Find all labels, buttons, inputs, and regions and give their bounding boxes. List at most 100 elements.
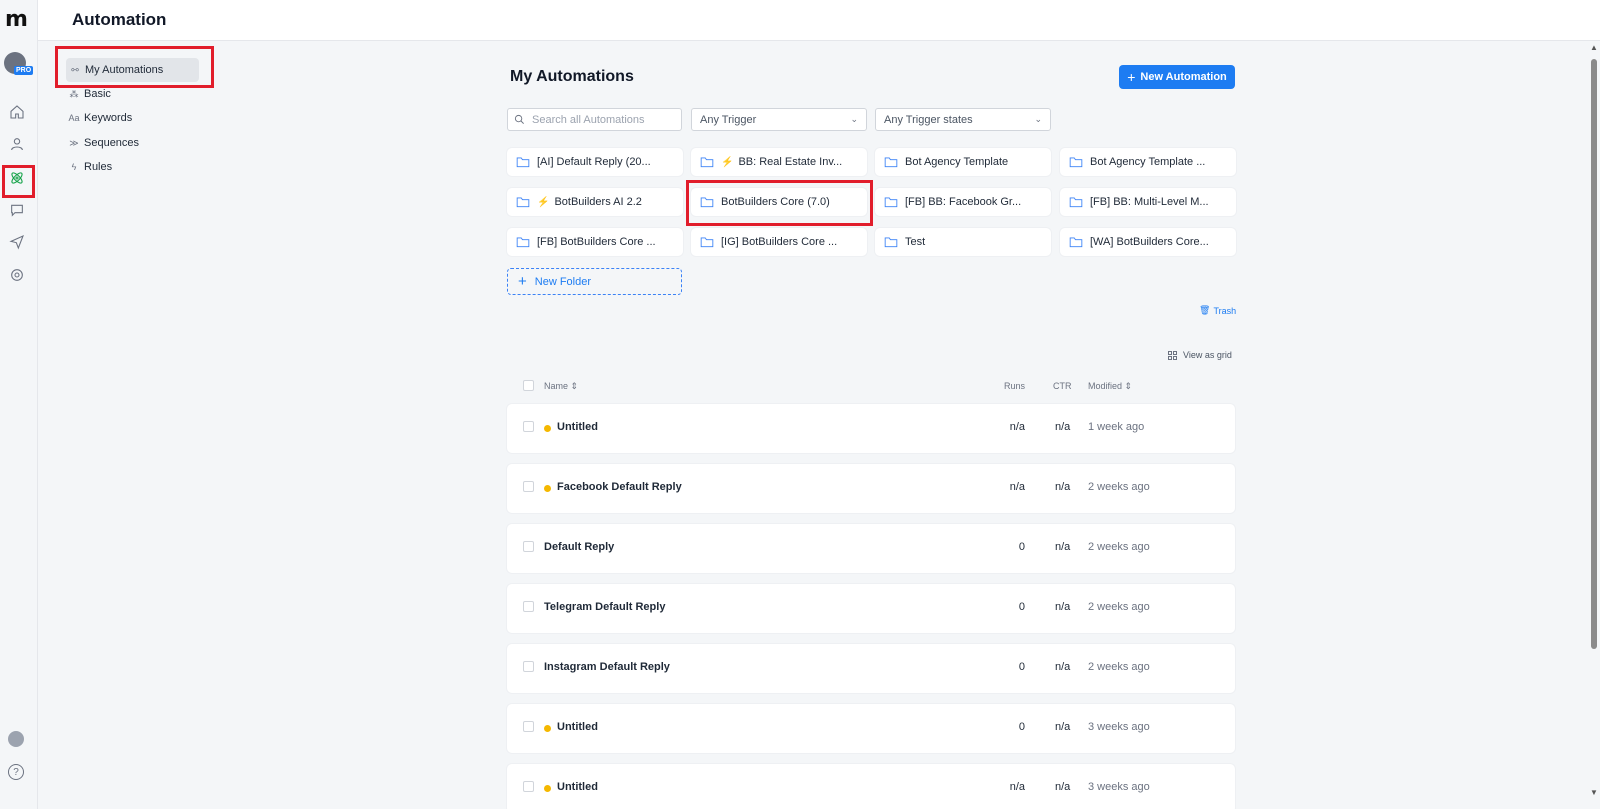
folder-name: Test — [905, 236, 926, 248]
row-checkbox[interactable] — [523, 661, 534, 672]
home-icon[interactable] — [8, 103, 26, 121]
search-placeholder: Search all Automations — [532, 113, 645, 126]
select-all-checkbox[interactable] — [523, 380, 534, 391]
modified-value: 1 week ago — [1088, 421, 1145, 433]
subnav-item-sequences[interactable]: ≫ Sequences — [68, 131, 139, 155]
folder-card[interactable]: ⚡ BotBuilders AI 2.2 — [507, 188, 683, 216]
folder-icon — [516, 197, 530, 208]
folder-icon — [884, 197, 898, 208]
grid-icon — [1168, 350, 1177, 360]
folder-icon — [516, 237, 530, 248]
help-icon[interactable]: ? — [8, 764, 24, 780]
chevron-down-icon: ⌄ — [850, 114, 858, 124]
runs-value: n/a — [1009, 781, 1025, 793]
view-as-grid-toggle[interactable]: View as grid — [1168, 350, 1232, 360]
folder-card[interactable]: [FB] BB: Facebook Gr... — [875, 188, 1051, 216]
runs-value: 0 — [1018, 661, 1025, 673]
table-row[interactable]: Untitled n/a n/a 3 weeks ago — [507, 764, 1235, 809]
folder-card[interactable]: ⚡ BB: Real Estate Inv... — [691, 148, 867, 176]
folder-card[interactable]: Bot Agency Template — [875, 148, 1051, 176]
folder-card[interactable]: [AI] Default Reply (20... — [507, 148, 683, 176]
new-folder-button[interactable]: + New Folder — [507, 268, 682, 295]
chevron-down-icon: ⌄ — [1034, 114, 1042, 124]
scroll-thumb[interactable] — [1591, 59, 1597, 649]
table-row[interactable]: Untitled n/a n/a 1 week ago — [507, 404, 1235, 453]
trash-link[interactable]: 🗑 Trash — [1199, 305, 1236, 316]
search-icon — [514, 114, 524, 124]
automation-name[interactable]: Untitled — [557, 721, 598, 733]
trash-label: Trash — [1213, 305, 1237, 316]
automation-name[interactable]: Untitled — [557, 781, 598, 793]
row-checkbox[interactable] — [523, 541, 534, 552]
ctr-value: n/a — [1055, 661, 1071, 673]
folder-name: BB: Real Estate Inv... — [738, 156, 843, 168]
folder-card[interactable]: Bot Agency Template ... — [1060, 148, 1236, 176]
rules-icon: ϟ — [71, 162, 77, 172]
folder-name: [FB] BB: Facebook Gr... — [905, 196, 1022, 208]
bolt-icon: ⚡ — [537, 196, 550, 208]
page-title: Automation — [72, 10, 167, 29]
sequences-icon: ≫ — [69, 137, 79, 148]
top-bar: Automation — [38, 0, 1600, 41]
folder-card[interactable]: Test — [875, 228, 1051, 256]
column-name[interactable]: Name ⇕ — [544, 381, 578, 392]
new-automation-label: New Automation — [1140, 71, 1227, 83]
bolt-icon: ⚡ — [721, 156, 734, 168]
ctr-value: n/a — [1055, 721, 1071, 733]
column-modified[interactable]: Modified ⇕ — [1088, 381, 1132, 392]
table-row[interactable]: Untitled 0 n/a 3 weeks ago — [507, 704, 1235, 753]
table-row[interactable]: Instagram Default Reply 0 n/a 2 weeks ago — [507, 644, 1235, 693]
trash-icon: 🗑 — [1199, 305, 1211, 315]
contacts-icon[interactable] — [8, 135, 26, 153]
keywords-icon: Aa — [68, 113, 80, 123]
modified-value: 2 weeks ago — [1088, 601, 1150, 613]
send-icon[interactable] — [8, 233, 26, 251]
table-row[interactable]: Facebook Default Reply n/a n/a 2 weeks ago — [507, 464, 1235, 513]
subnav-label: Rules — [84, 161, 113, 173]
logo[interactable]: m — [5, 9, 29, 31]
folder-icon — [884, 237, 898, 248]
ctr-value: n/a — [1055, 541, 1071, 553]
scroll-down-icon[interactable]: ▼ — [1590, 788, 1598, 797]
runs-value: n/a — [1009, 481, 1025, 493]
basic-icon: ⁂ — [69, 88, 79, 99]
folder-name: [IG] BotBuilders Core ... — [721, 236, 838, 248]
folder-icon — [700, 157, 714, 168]
table-header: Name ⇕ Runs CTR Modified ⇕ — [507, 378, 1235, 394]
scroll-up-icon[interactable]: ▲ — [1590, 43, 1598, 52]
automation-name[interactable]: Untitled — [557, 421, 598, 433]
draft-status-dot — [544, 725, 551, 732]
modified-value: 2 weeks ago — [1088, 661, 1150, 673]
automation-name[interactable]: Telegram Default Reply — [544, 601, 665, 613]
automation-name[interactable]: Facebook Default Reply — [557, 481, 682, 493]
row-checkbox[interactable] — [523, 601, 534, 612]
plus-icon: + — [1127, 69, 1136, 85]
search-input[interactable]: Search all Automations — [507, 108, 682, 131]
automation-name[interactable]: Instagram Default Reply — [544, 661, 670, 673]
row-checkbox[interactable] — [523, 781, 534, 792]
account-avatar[interactable] — [8, 731, 24, 747]
draft-status-dot — [544, 485, 551, 492]
row-checkbox[interactable] — [523, 721, 534, 732]
folder-card[interactable]: [FB] BotBuilders Core ... — [507, 228, 683, 256]
folder-card[interactable]: [IG] BotBuilders Core ... — [691, 228, 867, 256]
table-row[interactable]: Default Reply 0 n/a 2 weeks ago — [507, 524, 1235, 573]
runs-value: 0 — [1018, 541, 1025, 553]
chat-icon[interactable] — [8, 201, 26, 219]
trigger-states-select[interactable]: Any Trigger states ⌄ — [875, 108, 1051, 131]
new-automation-button[interactable]: + New Automation — [1119, 65, 1235, 89]
folder-card[interactable]: [FB] BB: Multi-Level M... — [1060, 188, 1236, 216]
settings-icon[interactable] — [8, 266, 26, 284]
scrollbar[interactable]: ▲ ▼ — [1588, 41, 1600, 809]
row-checkbox[interactable] — [523, 481, 534, 492]
subnav-item-keywords[interactable]: Aa Keywords — [68, 106, 132, 130]
table-row[interactable]: Telegram Default Reply 0 n/a 2 weeks ago — [507, 584, 1235, 633]
modified-value: 3 weeks ago — [1088, 721, 1150, 733]
folder-card[interactable]: [WA] BotBuilders Core... — [1060, 228, 1236, 256]
trigger-select[interactable]: Any Trigger ⌄ — [691, 108, 867, 131]
automation-name[interactable]: Default Reply — [544, 541, 614, 553]
subnav-item-rules[interactable]: ϟ Rules — [68, 155, 113, 179]
subnav-label: Sequences — [84, 137, 140, 149]
folder-name: Bot Agency Template — [905, 156, 1009, 168]
row-checkbox[interactable] — [523, 421, 534, 432]
